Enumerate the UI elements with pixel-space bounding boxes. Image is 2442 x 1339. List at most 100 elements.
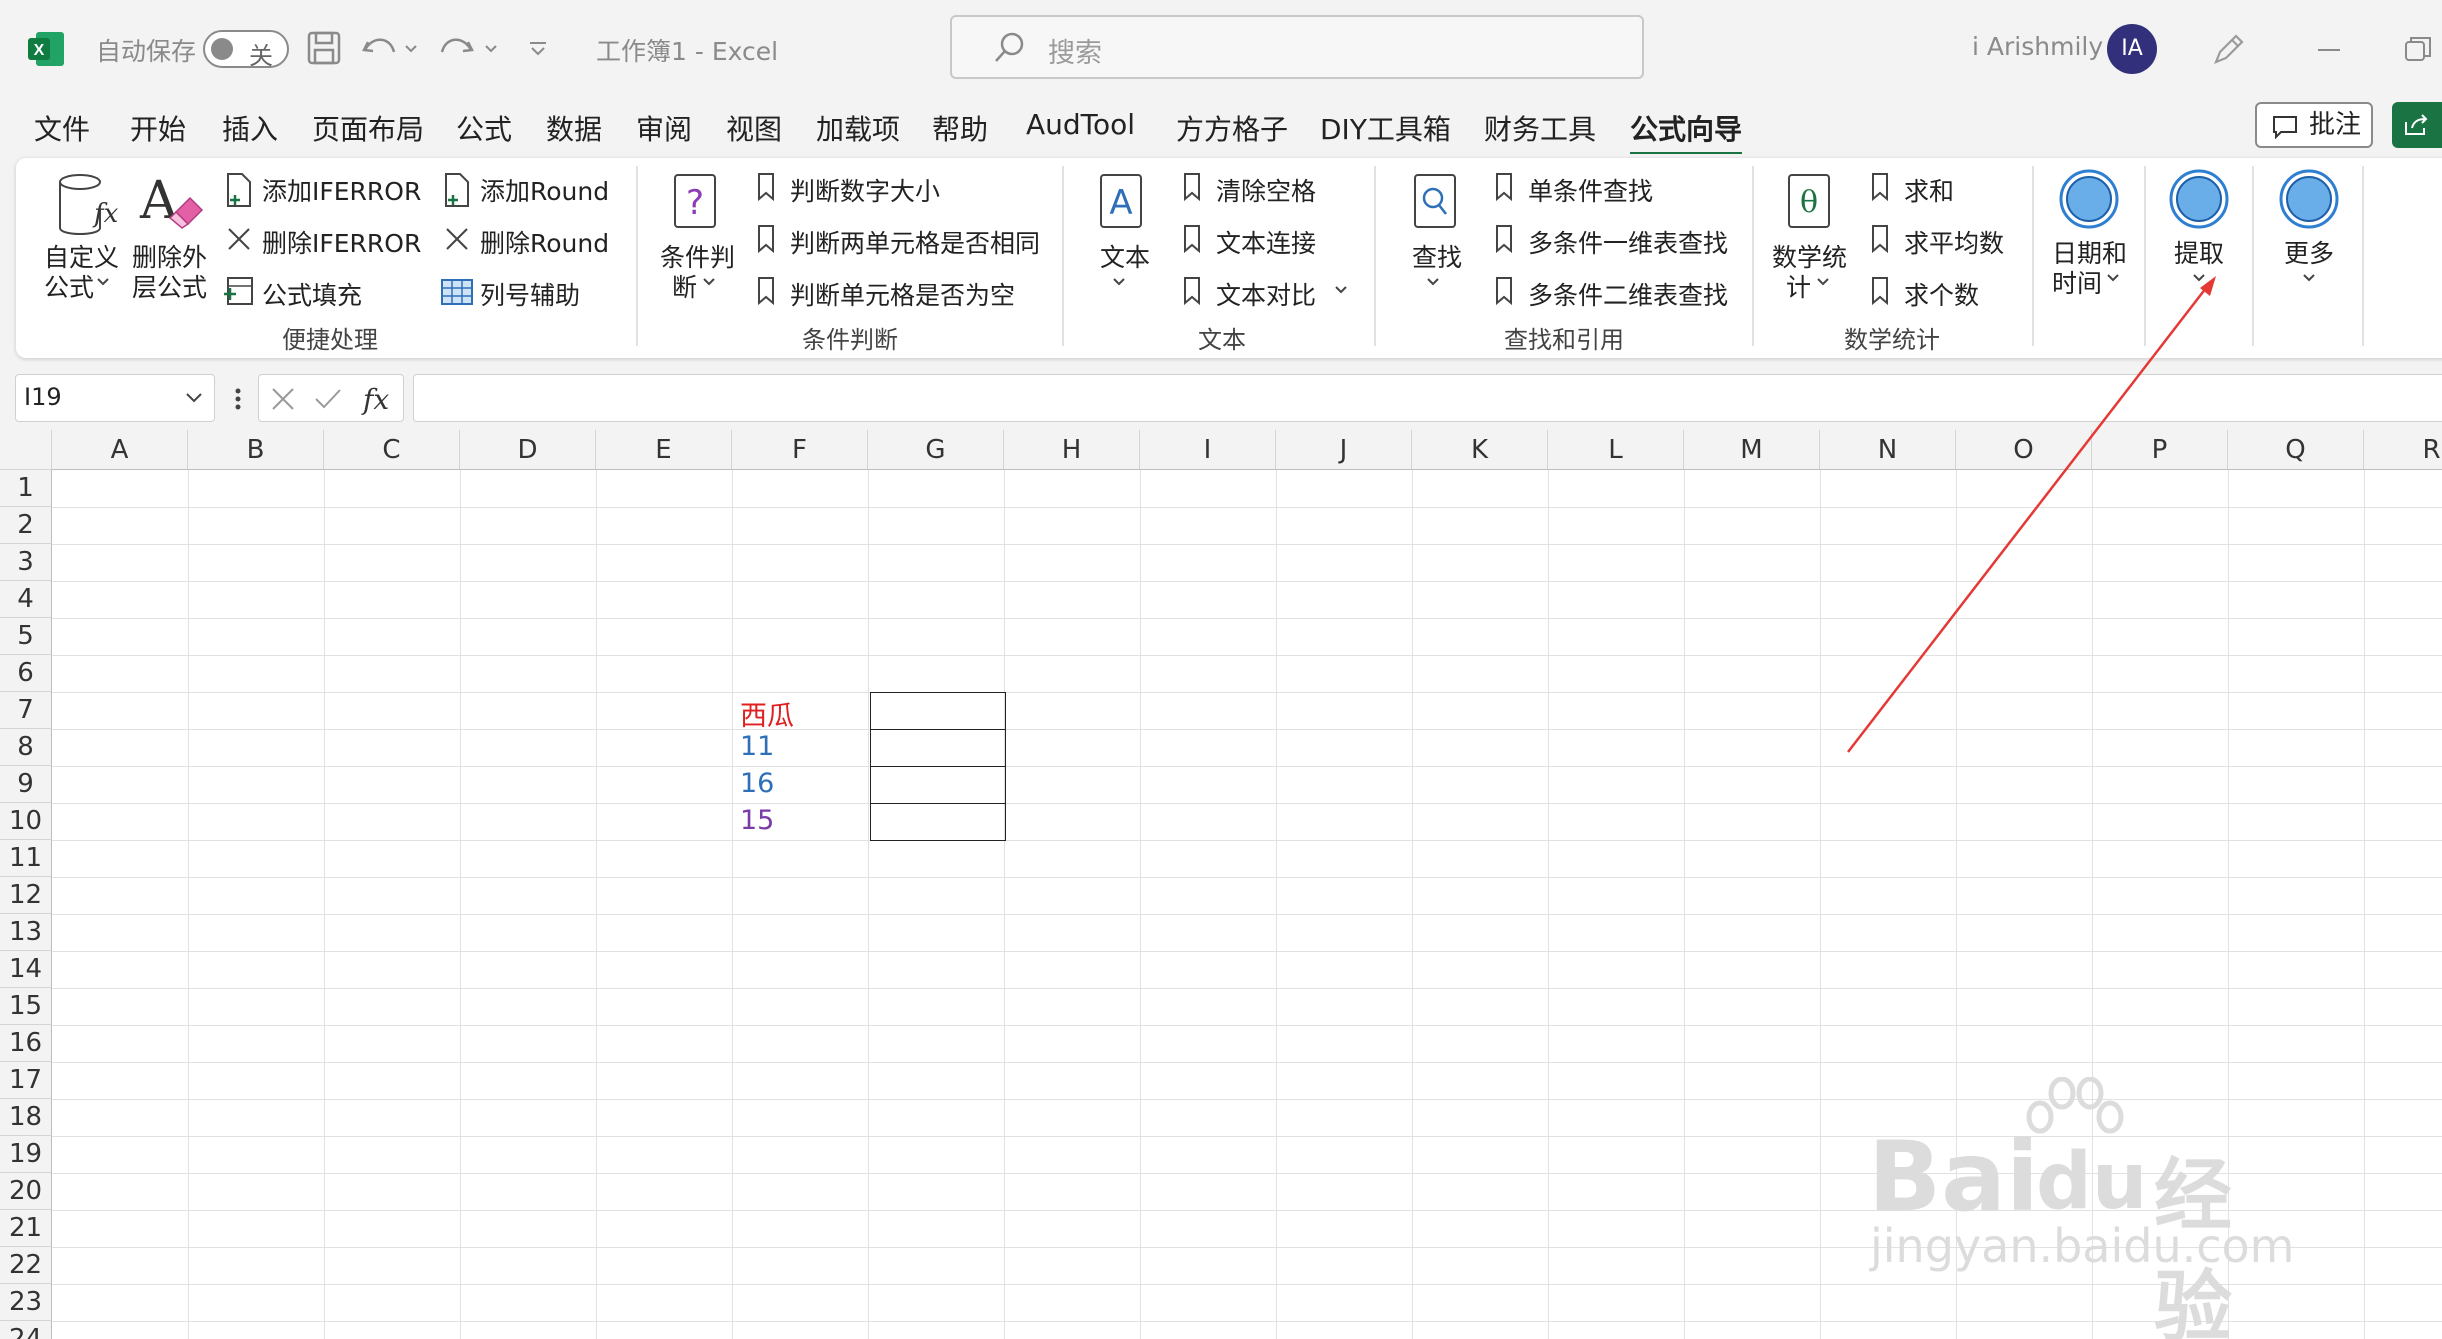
- compare-two-cells-button[interactable]: 判断两单元格是否相同: [790, 224, 1040, 260]
- column-header-L[interactable]: L: [1548, 430, 1684, 470]
- tab-file[interactable]: 文件: [34, 108, 90, 148]
- close-icon[interactable]: [226, 226, 252, 252]
- tab-addins[interactable]: 加载项: [816, 108, 900, 148]
- tab-formulas[interactable]: 公式: [456, 108, 512, 148]
- row-header-3[interactable]: 3: [0, 544, 52, 581]
- chevron-down-icon[interactable]: [96, 276, 110, 288]
- row-header-20[interactable]: 20: [0, 1173, 52, 1210]
- tab-home[interactable]: 开始: [130, 108, 186, 148]
- cell-F10[interactable]: 15: [740, 805, 774, 836]
- tab-diy-toolbox[interactable]: DIY工具箱: [1320, 108, 1451, 148]
- chevron-down-icon[interactable]: [1426, 276, 1440, 288]
- share-button[interactable]: [2392, 102, 2442, 148]
- tab-formula-wizard[interactable]: 公式向导: [1630, 108, 1743, 156]
- column-header-K[interactable]: K: [1412, 430, 1548, 470]
- user-name[interactable]: i Arishmily: [1972, 32, 2103, 61]
- row-header-16[interactable]: 16: [0, 1025, 52, 1062]
- table-grid-icon[interactable]: [440, 278, 474, 306]
- tab-review[interactable]: 审阅: [636, 108, 692, 148]
- column-header-H[interactable]: H: [1004, 430, 1140, 470]
- chevron-down-icon[interactable]: [1112, 276, 1126, 288]
- chevron-down-icon[interactable]: [1816, 276, 1830, 288]
- row-header-21[interactable]: 21: [0, 1210, 52, 1247]
- count-button[interactable]: 求个数: [1904, 276, 1979, 312]
- multi-condition-2d-lookup-button[interactable]: 多条件二维表查找: [1528, 276, 1728, 312]
- save-icon[interactable]: [306, 28, 342, 68]
- row-header-2[interactable]: 2: [0, 507, 52, 544]
- extract-circle-icon[interactable]: [2168, 168, 2230, 230]
- tab-data[interactable]: 数据: [546, 108, 602, 148]
- column-header-M[interactable]: M: [1684, 430, 1820, 470]
- cancel-icon[interactable]: [269, 385, 297, 413]
- row-header-11[interactable]: 11: [0, 840, 52, 877]
- date-time-circle-icon[interactable]: [2058, 168, 2120, 230]
- row-header-24[interactable]: 24: [0, 1321, 52, 1339]
- tab-view[interactable]: 视图: [726, 108, 782, 148]
- compare-number-size-button[interactable]: 判断数字大小: [790, 172, 940, 208]
- redo-icon[interactable]: [440, 28, 504, 68]
- row-header-13[interactable]: 13: [0, 914, 52, 951]
- row-header-23[interactable]: 23: [0, 1284, 52, 1321]
- column-header-B[interactable]: B: [188, 430, 324, 470]
- row-header-6[interactable]: 6: [0, 655, 52, 692]
- row-header-10[interactable]: 10: [0, 803, 52, 840]
- column-header-R[interactable]: R: [2364, 430, 2442, 470]
- row-header-19[interactable]: 19: [0, 1136, 52, 1173]
- insert-function-icon[interactable]: fx: [359, 381, 399, 417]
- formula-fill-icon[interactable]: [222, 274, 254, 308]
- column-header-E[interactable]: E: [596, 430, 732, 470]
- chevron-down-icon[interactable]: [2302, 272, 2316, 284]
- cell-F8[interactable]: 11: [740, 731, 774, 762]
- single-condition-lookup-button[interactable]: 单条件查找: [1528, 172, 1653, 208]
- lookup-book-icon[interactable]: [1412, 172, 1458, 230]
- row-header-4[interactable]: 4: [0, 581, 52, 618]
- row-header-18[interactable]: 18: [0, 1099, 52, 1136]
- add-iferror-button[interactable]: 添加IFERROR: [262, 172, 421, 208]
- column-header-Q[interactable]: Q: [2228, 430, 2364, 470]
- multi-condition-1d-lookup-button[interactable]: 多条件一维表查找: [1528, 224, 1728, 260]
- tab-insert[interactable]: 插入: [222, 108, 278, 148]
- name-box[interactable]: I19: [15, 374, 215, 422]
- delete-outer-formula-icon[interactable]: A: [138, 168, 206, 240]
- column-header-C[interactable]: C: [324, 430, 460, 470]
- chevron-down-icon[interactable]: [1334, 284, 1348, 296]
- chevron-down-icon[interactable]: [2192, 272, 2206, 284]
- text-compare-button[interactable]: 文本对比: [1216, 276, 1316, 312]
- add-document-icon[interactable]: [224, 172, 254, 208]
- tab-page-layout[interactable]: 页面布局: [312, 108, 424, 148]
- row-header-22[interactable]: 22: [0, 1247, 52, 1284]
- row-header-14[interactable]: 14: [0, 951, 52, 988]
- cell-G10[interactable]: [870, 803, 1006, 841]
- cell-G8[interactable]: [870, 729, 1006, 767]
- select-all-corner[interactable]: [0, 430, 52, 470]
- column-header-N[interactable]: N: [1820, 430, 1956, 470]
- undo-icon[interactable]: [360, 28, 424, 68]
- column-header-F[interactable]: F: [732, 430, 868, 470]
- delete-iferror-button[interactable]: 删除IFERROR: [262, 224, 421, 260]
- close-icon[interactable]: [444, 226, 470, 252]
- math-book-icon[interactable]: θ: [1786, 172, 1832, 230]
- restore-icon[interactable]: [2398, 30, 2438, 70]
- column-header-A[interactable]: A: [52, 430, 188, 470]
- check-empty-cell-button[interactable]: 判断单元格是否为空: [790, 276, 1015, 312]
- row-header-15[interactable]: 15: [0, 988, 52, 1025]
- pen-icon[interactable]: [2208, 30, 2248, 70]
- column-header-I[interactable]: I: [1140, 430, 1276, 470]
- chevron-down-icon[interactable]: [702, 276, 716, 288]
- text-join-button[interactable]: 文本连接: [1216, 224, 1316, 260]
- average-button[interactable]: 求平均数: [1904, 224, 2004, 260]
- add-round-icon[interactable]: [442, 172, 472, 208]
- comment-button[interactable]: 批注: [2255, 102, 2373, 148]
- tab-audtool[interactable]: AudTool: [1026, 108, 1135, 141]
- search-box[interactable]: 搜索: [950, 15, 1644, 79]
- row-header-8[interactable]: 8: [0, 729, 52, 766]
- row-header-12[interactable]: 12: [0, 877, 52, 914]
- column-header-P[interactable]: P: [2092, 430, 2228, 470]
- row-header-1[interactable]: 1: [0, 470, 52, 507]
- book-question-icon[interactable]: ?: [672, 172, 718, 230]
- chevron-down-icon[interactable]: [184, 391, 204, 405]
- column-header-G[interactable]: G: [868, 430, 1004, 470]
- cell-F7[interactable]: 西瓜: [740, 694, 794, 733]
- text-book-icon[interactable]: A: [1098, 172, 1144, 230]
- tab-fangfanggezi[interactable]: 方方格子: [1176, 108, 1288, 148]
